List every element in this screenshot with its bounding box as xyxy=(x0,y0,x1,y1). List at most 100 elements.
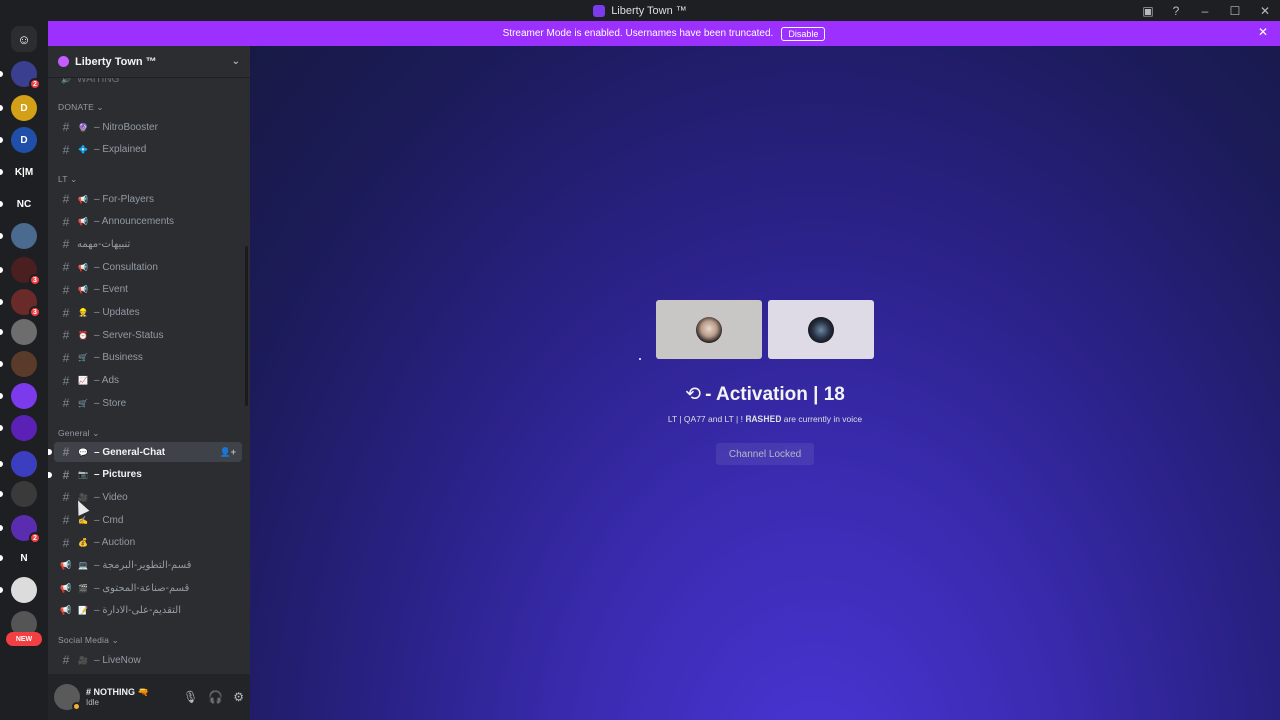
channel-locked-button[interactable]: Channel Locked xyxy=(716,443,814,465)
channel-item[interactable]: 📢 💻 – قسم-التطوير-البرمجة xyxy=(54,556,242,576)
server-icon[interactable]: D xyxy=(11,127,37,153)
banner-close-icon[interactable]: ✕ xyxy=(1258,25,1268,39)
category-header[interactable]: Social Media ⌄ xyxy=(58,635,119,646)
channel-name: – Server-Status xyxy=(94,329,164,341)
channel-name: – Announcements xyxy=(94,216,175,228)
channel-item[interactable]: # 📢 – Event xyxy=(54,280,242,300)
channel-item[interactable]: # 📢 – Consultation xyxy=(54,257,242,277)
unread-pill xyxy=(0,137,3,143)
channel-emoji: 📝 xyxy=(78,606,88,616)
close-button[interactable]: ✕ xyxy=(1250,0,1280,21)
channel-emoji: 📢 xyxy=(78,262,88,272)
channel-name: – Cmd xyxy=(94,514,124,526)
server-icon[interactable]: 2 xyxy=(11,61,41,90)
channel-emoji: 📢 xyxy=(78,194,88,204)
server-icon[interactable]: 3 xyxy=(11,289,41,318)
refresh-icon: ⟲ xyxy=(685,384,702,405)
channel-emoji: 📢 xyxy=(78,285,88,295)
participant-tile[interactable] xyxy=(656,300,762,359)
channel-name: – Video xyxy=(94,491,128,503)
hashtag-icon: # xyxy=(62,192,70,206)
server-icon[interactable]: NC xyxy=(11,191,37,217)
category-label: LT xyxy=(58,174,68,184)
channel-item[interactable]: # 👷 – Updates xyxy=(54,303,242,323)
channel-item[interactable]: # 💠 – Explained xyxy=(54,140,242,160)
window-title: Liberty Town ™ xyxy=(593,4,687,17)
server-icon[interactable]: N xyxy=(11,545,37,571)
minimize-button[interactable]: – xyxy=(1190,0,1220,21)
channel-item[interactable]: # 🔮 – NitroBooster xyxy=(54,117,242,137)
category-header[interactable]: General ⌄ xyxy=(58,428,100,439)
server-icon[interactable]: 3 xyxy=(11,257,41,286)
channel-name: – General-Chat xyxy=(94,446,166,458)
category-header[interactable]: DONATE ⌄ xyxy=(58,102,104,113)
guild-header[interactable]: Liberty Town ™ ⌄ xyxy=(48,46,250,78)
server-icon[interactable] xyxy=(11,351,37,377)
server-icon[interactable] xyxy=(11,223,37,249)
username: # NOTHING 🔫 xyxy=(86,687,149,697)
hashtag-icon: # xyxy=(62,467,70,482)
server-folder-icon[interactable] xyxy=(11,451,37,477)
channel-item[interactable]: # 💬 – General-Chat 👤+ xyxy=(54,442,242,462)
unread-indicator xyxy=(48,471,52,478)
maximize-button[interactable]: ☐ xyxy=(1220,0,1250,21)
channel-name: – Explained xyxy=(94,144,147,156)
channel-emoji: 🛒 xyxy=(78,398,88,408)
disable-button[interactable]: Disable xyxy=(781,26,826,41)
channel-list[interactable]: 🔊 WAITING DONATE ⌄ # 🔮 – NitroBooster # 💠 – Expl… xyxy=(48,78,250,674)
headphones-icon[interactable]: 🎧 xyxy=(208,690,223,704)
server-icon[interactable]: D xyxy=(11,95,37,121)
unread-pill xyxy=(0,329,3,335)
channel-item[interactable]: # 💰 – Auction xyxy=(54,533,242,553)
channel-emoji: 📈 xyxy=(78,376,88,386)
channel-item[interactable]: 📢 📝 – التقديم-على-الادارة xyxy=(54,601,242,621)
channel-emoji: 💬 xyxy=(78,447,88,457)
category-label: Social Media xyxy=(58,635,110,645)
user-status: Idle xyxy=(86,698,99,707)
server-icon[interactable] xyxy=(11,383,37,409)
server-label: N xyxy=(20,552,28,564)
participant-tile[interactable] xyxy=(768,300,874,359)
category-header[interactable]: LT ⌄ xyxy=(58,174,77,185)
help-icon[interactable]: ? xyxy=(1162,0,1190,21)
channel-scrollbar[interactable] xyxy=(245,246,248,406)
voice-channel-name: - Activation | 18 xyxy=(705,384,845,405)
channel-emoji: 🛒 xyxy=(78,353,88,363)
gear-icon[interactable]: ⚙ xyxy=(233,690,244,704)
channel-item[interactable]: # 📢 – For-Players xyxy=(54,189,242,209)
server-icon[interactable] xyxy=(11,577,37,603)
channel-item[interactable]: # 📈 – Ads xyxy=(54,371,242,391)
server-icon[interactable] xyxy=(11,319,37,345)
server-icon[interactable]: K|M xyxy=(11,159,37,185)
server-rail: ☺ 2 D D K|M NC 3 3 2 N xyxy=(0,21,48,720)
chevron-down-icon[interactable]: ⌄ xyxy=(232,56,240,67)
channel-name: – LiveNow xyxy=(94,654,141,666)
channel-item[interactable]: # 🎥 – LiveNow xyxy=(54,650,242,670)
chevron-down-icon: ⌄ xyxy=(67,174,78,184)
app-icon xyxy=(593,4,606,17)
participant-avatar xyxy=(696,316,722,343)
inbox-icon[interactable]: ▣ xyxy=(1134,0,1162,21)
channel-item[interactable]: 🔊 WAITING xyxy=(54,78,242,89)
channel-item[interactable]: # 🛒 – Business xyxy=(54,348,242,368)
hashtag-icon: # xyxy=(62,490,70,505)
discord-home-icon[interactable]: ☺ xyxy=(11,26,37,52)
channel-item[interactable]: # تنبيهات-مهمه xyxy=(54,234,242,254)
invite-icon[interactable]: 👤+ xyxy=(220,447,236,458)
new-badge[interactable]: NEW xyxy=(6,632,42,646)
avatar[interactable] xyxy=(54,684,81,711)
microphone-icon[interactable]: 🎙 xyxy=(183,690,198,704)
channel-item[interactable]: # ⏰ – Server-Status xyxy=(54,325,242,345)
hashtag-icon: # xyxy=(62,120,70,134)
channel-item[interactable]: # 📢 – Announcements xyxy=(54,212,242,232)
participant-avatar xyxy=(808,316,834,343)
server-icon[interactable]: 2 xyxy=(11,515,41,544)
server-icon[interactable] xyxy=(11,481,37,507)
channel-item[interactable]: 📢 🎬 – قسم-صناعة-المحتوى xyxy=(54,578,242,598)
channel-item[interactable]: # 📷 – Pictures xyxy=(54,465,242,485)
channel-emoji: 🎥 xyxy=(78,655,88,665)
server-icon[interactable] xyxy=(11,415,37,441)
channel-item[interactable]: # 🛒 – Store xyxy=(54,393,242,413)
channel-name: – Business xyxy=(94,352,143,364)
hashtag-icon: # xyxy=(62,350,70,365)
